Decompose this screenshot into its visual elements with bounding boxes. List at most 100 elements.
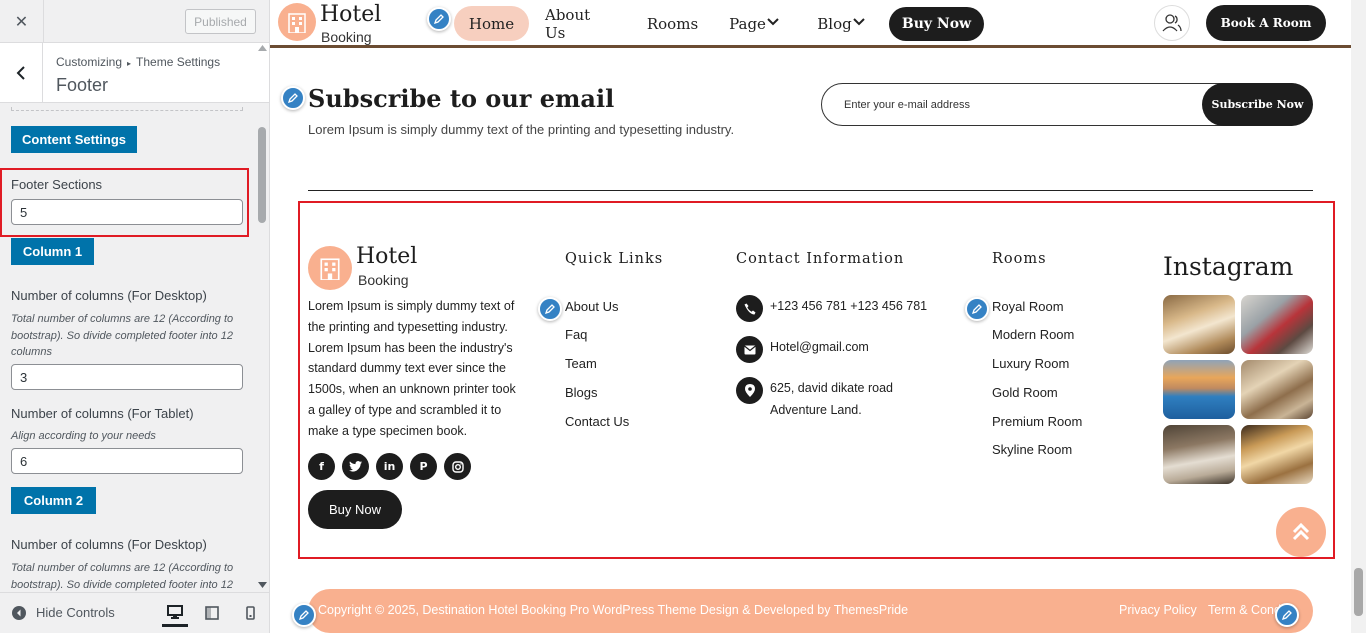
divider [308, 190, 1313, 191]
desktop-preview-icon[interactable] [162, 599, 188, 627]
scroll-to-top-button[interactable] [1276, 507, 1326, 557]
quick-link-contact-us[interactable]: Contact Us [565, 414, 629, 429]
mobile-preview-icon[interactable] [237, 599, 263, 627]
contact-address-line2: Adventure Land. [770, 403, 862, 417]
quick-link-faq[interactable]: Faq [565, 327, 587, 342]
footer-logo-title[interactable]: Hotel [356, 244, 417, 269]
nav-blog[interactable]: Blog [817, 6, 851, 41]
nav-about-us[interactable]: About Us [545, 6, 615, 42]
section-header: Customizing ▸ Theme Settings Footer [0, 43, 269, 103]
col1-tablet-label: Number of columns (For Tablet) [11, 406, 194, 421]
tablet-preview-icon[interactable] [199, 599, 225, 627]
quick-links-heading: Quick Links [565, 251, 664, 267]
footer-about-text: Lorem Ipsum is simply dummy text of the … [308, 299, 516, 438]
site-preview: Hotel Booking Home About Us Rooms Page B… [270, 0, 1351, 633]
site-header: Hotel Booking Home About Us Rooms Page B… [270, 0, 1351, 48]
col1-desktop-label: Number of columns (For Desktop) [11, 288, 207, 303]
quick-link-team[interactable]: Team [565, 356, 597, 371]
twitter-icon[interactable] [342, 453, 369, 480]
chevron-down-icon[interactable] [853, 17, 865, 27]
section-title: Footer [56, 75, 109, 95]
edit-pencil-icon[interactable] [1275, 603, 1299, 627]
nav-rooms[interactable]: Rooms [645, 6, 700, 41]
instagram-photo[interactable] [1163, 295, 1235, 354]
instagram-photo[interactable] [1163, 425, 1235, 484]
edit-pencil-icon[interactable] [427, 7, 451, 31]
hotel-logo-icon[interactable] [308, 246, 352, 290]
edit-pencil-icon[interactable] [965, 297, 989, 321]
room-link-skyline[interactable]: Skyline Room [992, 442, 1072, 457]
instagram-photo[interactable] [1241, 295, 1313, 354]
customizer-header-bar: ✕ Published [0, 0, 269, 43]
edit-pencil-icon[interactable] [292, 603, 316, 627]
copyright-text: Copyright © 2025, Destination Hotel Book… [318, 603, 909, 617]
close-icon[interactable]: ✕ [0, 0, 44, 43]
room-link-gold[interactable]: Gold Room [992, 385, 1058, 400]
col1-tablet-input[interactable]: 6 [11, 448, 243, 474]
terms-link[interactable]: Term & Cond [1208, 603, 1281, 617]
contact-email[interactable]: Hotel@gmail.com [770, 336, 869, 358]
instagram-photo[interactable] [1241, 360, 1313, 419]
col1-desktop-desc: Total number of columns are 12 (Accordin… [11, 313, 234, 358]
breadcrumb-child: Theme Settings [136, 55, 221, 69]
nav-page[interactable]: Page [729, 6, 766, 41]
subscribe-text: Lorem Ipsum is simply dummy text of the … [308, 122, 735, 137]
sidebar-scroll-thumb[interactable] [258, 127, 266, 223]
published-button[interactable]: Published [185, 9, 256, 34]
subscribe-now-button[interactable]: Subscribe Now [1202, 83, 1313, 126]
col1-tablet-desc: Align according to your needs [11, 430, 156, 442]
col2-desktop-desc: Total number of columns are 12 (Accordin… [11, 562, 234, 591]
book-a-room-button[interactable]: Book A Room [1206, 5, 1326, 41]
footer-buy-now-button[interactable]: Buy Now [308, 490, 402, 529]
room-link-luxury[interactable]: Luxury Room [992, 356, 1069, 371]
col1-desktop-input[interactable]: 3 [11, 364, 243, 390]
quick-link-about-us[interactable]: About Us [565, 299, 618, 314]
footer-logo-subtitle[interactable]: Booking [358, 272, 409, 288]
scroll-down-icon[interactable] [258, 582, 267, 588]
col2-desktop-label: Number of columns (For Desktop) [11, 537, 207, 552]
instagram-heading: Instagram [1163, 252, 1294, 281]
breadcrumb-arrow-icon: ▸ [127, 59, 132, 68]
double-chevron-up-icon [1292, 522, 1310, 541]
location-icon [736, 377, 763, 404]
phone-icon [736, 295, 763, 322]
room-link-royal[interactable]: Royal Room [992, 299, 1064, 314]
nav-home[interactable]: Home [454, 6, 529, 41]
content-settings-button[interactable]: Content Settings [11, 126, 137, 153]
breadcrumb: Customizing ▸ Theme Settings [56, 55, 220, 69]
hide-controls-label: Hide Controls [36, 605, 115, 620]
scroll-up-icon[interactable] [258, 45, 267, 51]
privacy-policy-link[interactable]: Privacy Policy [1119, 603, 1197, 617]
room-link-premium[interactable]: Premium Room [992, 414, 1082, 429]
room-link-modern[interactable]: Modern Room [992, 327, 1074, 342]
rooms-heading: Rooms [992, 251, 1047, 267]
email-icon [736, 336, 763, 363]
chevron-down-icon[interactable] [767, 17, 779, 27]
instagram-photo[interactable] [1163, 360, 1235, 419]
logo-subtitle[interactable]: Booking [321, 29, 372, 45]
pinterest-icon[interactable]: P [410, 453, 437, 480]
preview-scroll-thumb[interactable] [1354, 568, 1363, 616]
user-icon[interactable] [1154, 5, 1190, 41]
column-1-button[interactable]: Column 1 [11, 238, 94, 265]
back-arrow-icon[interactable] [0, 43, 43, 103]
facebook-icon[interactable]: f [308, 453, 335, 480]
instagram-photo[interactable] [1241, 425, 1313, 484]
contact-address-line1: 625, david dikate road [770, 381, 894, 395]
controls-panel: Content Settings Footer Sections 5 Colum… [0, 104, 269, 592]
quick-link-blogs[interactable]: Blogs [565, 385, 598, 400]
hotel-logo-icon[interactable] [278, 3, 316, 41]
linkedin-icon[interactable]: in [376, 453, 403, 480]
edit-pencil-icon[interactable] [281, 86, 305, 110]
nav-buy-now-button[interactable]: Buy Now [889, 7, 984, 41]
preview-scrollbar[interactable] [1351, 0, 1366, 633]
hide-controls-button[interactable]: Hide Controls [12, 605, 115, 620]
logo-title[interactable]: Hotel [320, 2, 381, 27]
instagram-icon[interactable] [444, 453, 471, 480]
customizer-sidebar: ✕ Published Customizing ▸ Theme Settings F… [0, 0, 270, 633]
contact-phone[interactable]: +123 456 781 +123 456 781 [770, 295, 927, 317]
column-2-button[interactable]: Column 2 [11, 487, 96, 514]
footer-sections-input[interactable]: 5 [11, 199, 243, 225]
edit-pencil-icon[interactable] [538, 297, 562, 321]
sidebar-scrollbar[interactable] [256, 43, 269, 592]
